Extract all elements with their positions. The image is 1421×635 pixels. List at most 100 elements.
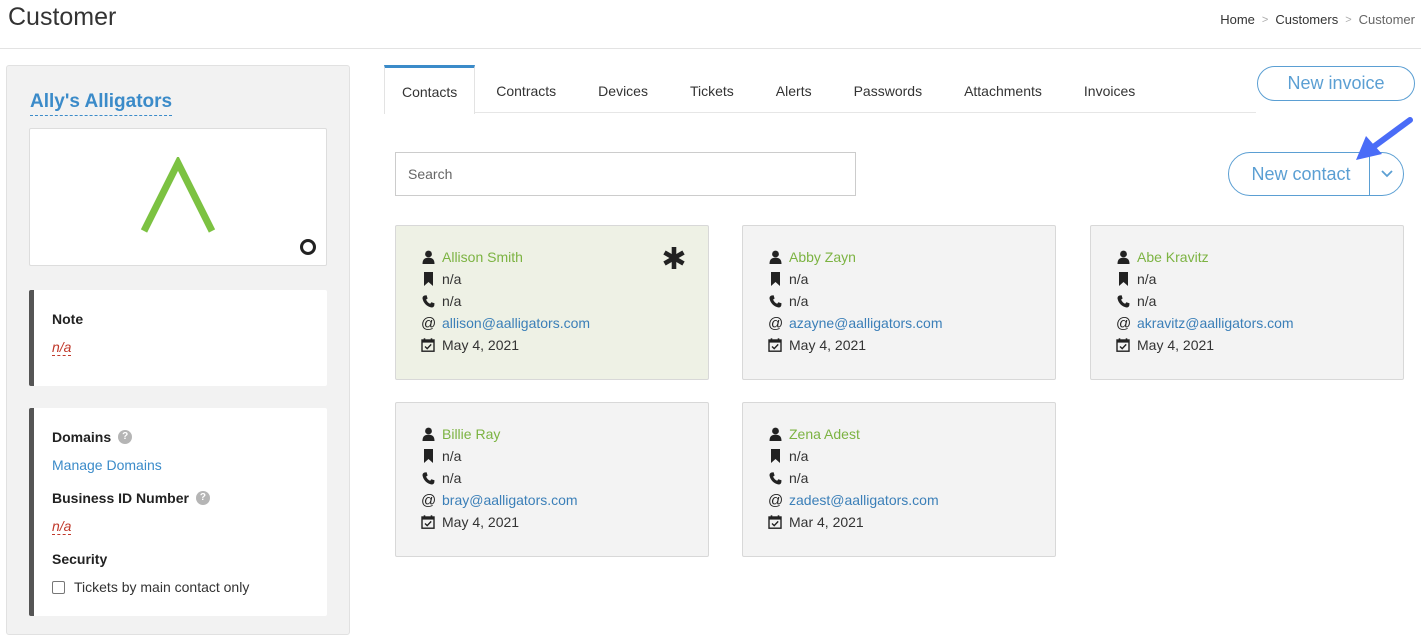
- user-icon: [768, 427, 782, 441]
- contact-email-row: @ azayne@aalligators.com: [768, 313, 943, 333]
- note-value[interactable]: n/a: [52, 339, 72, 356]
- contact-name[interactable]: Billie Ray: [442, 426, 500, 442]
- user-icon: [1116, 250, 1130, 264]
- company-logo-box[interactable]: [29, 128, 327, 266]
- tickets-main-contact-label: Tickets by main contact only: [74, 579, 250, 595]
- calendar-check-icon: [768, 515, 782, 529]
- contact-card-primary[interactable]: Allison Smith n/a n/a @ allison@aalligat…: [395, 225, 709, 380]
- contact-name-row: Billie Ray: [421, 424, 500, 444]
- tab-contacts[interactable]: Contacts: [384, 65, 476, 114]
- domains-label-row: Domains ?: [52, 429, 133, 445]
- contact-phone: n/a: [442, 470, 462, 486]
- contact-date-row: Mar 4, 2021: [768, 512, 864, 532]
- manage-domains-link[interactable]: Manage Domains: [52, 457, 162, 473]
- at-icon: @: [768, 491, 784, 509]
- contact-email-row: @ allison@aalligators.com: [421, 313, 590, 333]
- contact-title-row: n/a: [768, 446, 808, 466]
- bookmark-icon: [768, 449, 782, 463]
- contact-title: n/a: [442, 448, 462, 464]
- new-contact-button[interactable]: New contact: [1229, 153, 1369, 195]
- phone-icon: [421, 294, 435, 308]
- tab-contracts[interactable]: Contracts: [475, 65, 577, 113]
- page-title: Customer: [8, 3, 117, 31]
- contact-title-row: n/a: [421, 269, 461, 289]
- contact-phone-row: n/a: [1116, 291, 1156, 311]
- tab-devices[interactable]: Devices: [577, 65, 669, 113]
- breadcrumb-home[interactable]: Home: [1220, 12, 1255, 27]
- breadcrumb-separator: >: [1345, 13, 1352, 26]
- tab-attachments[interactable]: Attachments: [943, 65, 1063, 113]
- contact-email-row: @ akravitz@aalligators.com: [1116, 313, 1294, 333]
- contact-card[interactable]: Abby Zayn n/a n/a @ azayne@aalligators.c…: [742, 225, 1056, 380]
- search-input[interactable]: [395, 152, 856, 196]
- contact-phone: n/a: [1137, 293, 1157, 309]
- contact-date-row: May 4, 2021: [768, 335, 866, 355]
- business-id-label-row: Business ID Number ?: [52, 490, 210, 506]
- contact-name-row: Abe Kravitz: [1116, 247, 1209, 267]
- status-ring-icon: [300, 239, 316, 255]
- bookmark-icon: [1116, 272, 1130, 286]
- contact-date: May 4, 2021: [1137, 337, 1215, 353]
- contact-title-row: n/a: [768, 269, 808, 289]
- contact-card[interactable]: Billie Ray n/a n/a @ bray@aalligators.co…: [395, 402, 709, 557]
- security-label: Security: [52, 551, 108, 567]
- contact-date: Mar 4, 2021: [789, 514, 864, 530]
- contact-card[interactable]: Abe Kravitz n/a n/a @ akravitz@aalligato…: [1090, 225, 1404, 380]
- note-label: Note: [52, 311, 84, 327]
- phone-icon: [768, 294, 782, 308]
- company-name[interactable]: Ally's Alligators: [30, 90, 173, 116]
- at-icon: @: [421, 491, 437, 509]
- contact-phone: n/a: [442, 293, 462, 309]
- tab-invoices[interactable]: Invoices: [1063, 65, 1156, 113]
- contact-card[interactable]: Zena Adest n/a n/a @ zadest@aalligators.…: [742, 402, 1056, 557]
- contact-email[interactable]: akravitz@aalligators.com: [1137, 315, 1294, 331]
- user-icon: [768, 250, 782, 264]
- contact-date-row: May 4, 2021: [421, 335, 519, 355]
- tab-alerts[interactable]: Alerts: [755, 65, 833, 113]
- tickets-main-contact-option[interactable]: Tickets by main contact only: [52, 579, 249, 595]
- contact-title: n/a: [1137, 271, 1157, 287]
- contact-email[interactable]: zadest@aalligators.com: [789, 492, 939, 508]
- breadcrumb: Home > Customers > Customer: [1220, 12, 1415, 27]
- new-invoice-button[interactable]: New invoice: [1257, 66, 1415, 101]
- contact-title-row: n/a: [1116, 269, 1156, 289]
- contact-name-row: Abby Zayn: [768, 247, 856, 267]
- tab-passwords[interactable]: Passwords: [833, 65, 943, 113]
- domains-label: Domains: [52, 429, 112, 445]
- contact-name-row: Zena Adest: [768, 424, 860, 444]
- bookmark-icon: [421, 272, 435, 286]
- calendar-check-icon: [421, 515, 435, 529]
- phone-icon: [768, 471, 782, 485]
- contact-email[interactable]: bray@aalligators.com: [442, 492, 578, 508]
- at-icon: @: [421, 314, 437, 332]
- contact-phone-row: n/a: [768, 468, 808, 488]
- contact-email[interactable]: azayne@aalligators.com: [789, 315, 943, 331]
- contact-email-row: @ zadest@aalligators.com: [768, 490, 939, 510]
- contact-title: n/a: [442, 271, 462, 287]
- help-icon[interactable]: ?: [195, 491, 210, 505]
- business-id-value[interactable]: n/a: [52, 518, 72, 535]
- user-icon: [421, 250, 435, 264]
- contact-name[interactable]: Abe Kravitz: [1137, 249, 1209, 265]
- tab-tickets[interactable]: Tickets: [669, 65, 755, 113]
- calendar-check-icon: [421, 338, 435, 352]
- contact-name[interactable]: Allison Smith: [442, 249, 523, 265]
- bookmark-icon: [421, 449, 435, 463]
- contact-email-row: @ bray@aalligators.com: [421, 490, 578, 510]
- contact-name[interactable]: Abby Zayn: [789, 249, 856, 265]
- breadcrumb-customers[interactable]: Customers: [1275, 12, 1338, 27]
- company-logo: [140, 157, 216, 233]
- calendar-check-icon: [1116, 338, 1130, 352]
- contact-email[interactable]: allison@aalligators.com: [442, 315, 590, 331]
- breadcrumb-current: Customer: [1358, 12, 1415, 27]
- help-icon[interactable]: ?: [118, 430, 133, 444]
- asterisk-icon: [663, 247, 685, 269]
- contact-name[interactable]: Zena Adest: [789, 426, 860, 442]
- contact-date-row: May 4, 2021: [421, 512, 519, 532]
- arrow-icon: [1356, 117, 1413, 160]
- calendar-check-icon: [768, 338, 782, 352]
- bookmark-icon: [768, 272, 782, 286]
- tickets-main-contact-checkbox[interactable]: [52, 580, 65, 594]
- contact-date: May 4, 2021: [789, 337, 867, 353]
- phone-icon: [1116, 294, 1130, 308]
